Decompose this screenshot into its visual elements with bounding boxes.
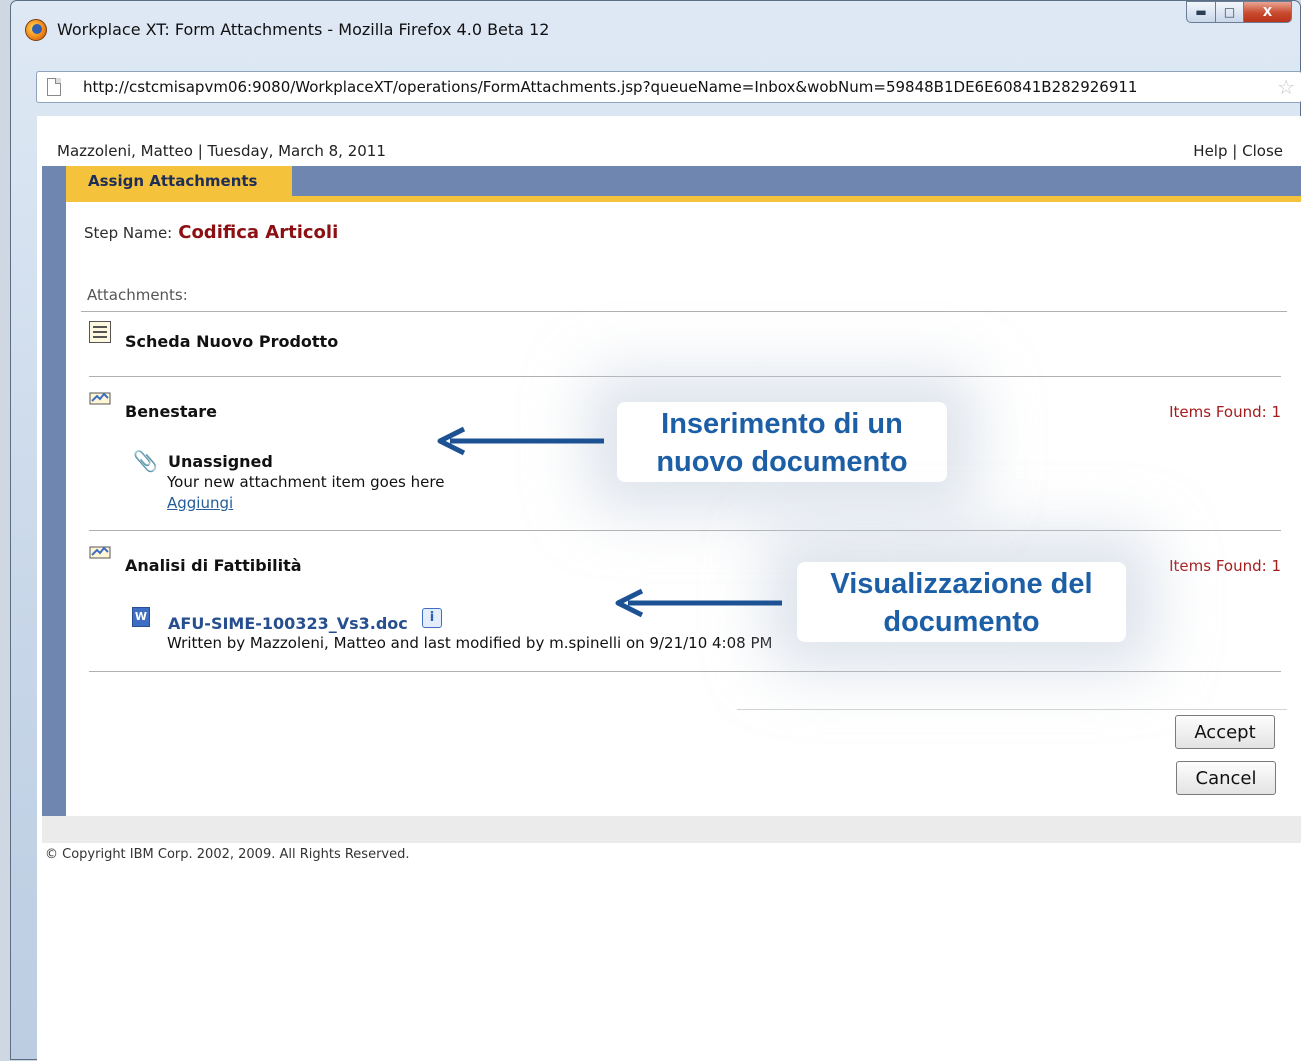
page-icon <box>47 78 61 96</box>
maximize-button[interactable]: □ <box>1216 1 1244 23</box>
user-date-line: Mazzoleni, Matteo | Tuesday, March 8, 20… <box>57 142 386 160</box>
divider <box>89 671 1281 672</box>
callout-insert-line2: nuovo documento <box>656 446 908 478</box>
cancel-button[interactable]: Cancel <box>1176 761 1276 795</box>
window-title: Workplace XT: Form Attachments - Mozilla… <box>57 20 550 39</box>
arrow-left-icon <box>615 588 782 618</box>
title-bar: Workplace XT: Form Attachments - Mozilla… <box>11 1 1300 61</box>
attachment-title-benestare: Benestare <box>125 402 217 421</box>
divider <box>81 311 1287 312</box>
bookmark-star-icon[interactable]: ☆ <box>1277 75 1295 99</box>
divider <box>737 709 1287 710</box>
help-link[interactable]: Help <box>1193 142 1227 160</box>
unassigned-description: Your new attachment item goes here <box>167 473 445 491</box>
attachment-folder-icon <box>89 546 111 559</box>
links-separator: | <box>1232 142 1238 160</box>
close-link[interactable]: Close <box>1242 142 1283 160</box>
document-info-text: Written by Mazzoleni, Matteo and last mo… <box>167 634 773 652</box>
callout-view-line2: documento <box>883 606 1040 638</box>
step-name: Step Name: Codifica Articoli <box>84 222 338 243</box>
divider <box>89 376 1281 377</box>
document-info-icon[interactable]: i <box>422 608 442 628</box>
close-window-button[interactable]: X <box>1244 1 1292 23</box>
paperclip-icon: 📎 <box>133 449 158 473</box>
footer-band <box>42 816 1301 843</box>
step-label: Step Name: <box>84 224 173 242</box>
window-controls: ▬ □ X <box>1186 1 1292 27</box>
callout-view-document: Visualizzazione del documento <box>797 562 1126 642</box>
items-found-benestare: Items Found: 1 <box>1169 403 1281 421</box>
callout-insert-document: Inserimento di un nuovo documento <box>617 402 947 482</box>
callout-view-line1: Visualizzazione del <box>830 568 1093 600</box>
form-document-icon <box>89 321 111 343</box>
section-header-bar: Assign Attachments <box>66 166 1301 202</box>
divider <box>89 530 1281 531</box>
arrow-left-icon <box>437 426 604 456</box>
attachment-title-scheda: Scheda Nuovo Prodotto <box>125 332 339 351</box>
browser-window: Workplace XT: Form Attachments - Mozilla… <box>10 0 1301 1061</box>
unassigned-label: Unassigned <box>168 452 273 471</box>
callout-insert-line1: Inserimento di un <box>661 408 903 440</box>
accept-button[interactable]: Accept <box>1175 715 1275 749</box>
firefox-logo-icon <box>25 19 47 41</box>
document-link[interactable]: AFU-SIME-100323_Vs3.doc <box>168 614 408 633</box>
items-found-analisi: Items Found: 1 <box>1169 557 1281 575</box>
left-accent-bar <box>42 166 66 843</box>
attachment-folder-icon <box>89 392 111 405</box>
top-links: Help | Close <box>1193 142 1283 160</box>
attachment-title-analisi: Analisi di Fattibilità <box>125 556 302 575</box>
add-attachment-link[interactable]: Aggiungi <box>167 494 233 512</box>
tab-assign-attachments[interactable]: Assign Attachments <box>66 166 292 196</box>
minimize-button[interactable]: ▬ <box>1186 1 1216 23</box>
attachments-label: Attachments: <box>87 286 188 304</box>
address-bar[interactable]: http://cstcmisapvm06:9080/WorkplaceXT/op… <box>36 71 1301 103</box>
copyright-text: © Copyright IBM Corp. 2002, 2009. All Ri… <box>45 847 410 862</box>
url-text[interactable]: http://cstcmisapvm06:9080/WorkplaceXT/op… <box>83 78 1263 96</box>
word-document-icon: W <box>132 607 150 627</box>
step-value: Codifica Articoli <box>178 222 339 243</box>
